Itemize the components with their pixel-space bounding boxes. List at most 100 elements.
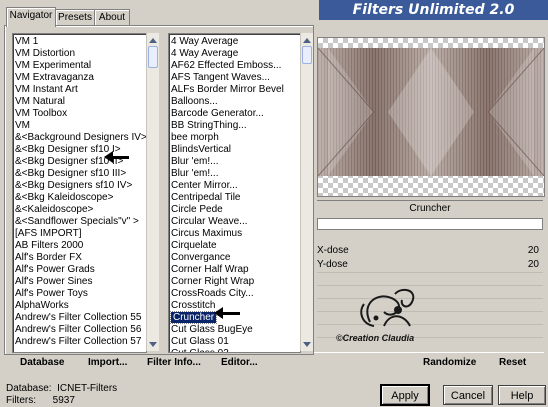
category-item[interactable]: &<Bkg Designer sf10 I>: [13, 144, 146, 156]
pointer-arrow-icon: [104, 151, 129, 163]
filters-label: Filters:: [6, 395, 36, 406]
category-item[interactable]: Alf's Power Grads: [13, 264, 146, 276]
filter-item-label: Corner Right Wrap: [171, 276, 255, 287]
filter-item-label: AFS Tangent Waves...: [171, 72, 270, 83]
category-item[interactable]: &<Sandflower Specials"v" >: [13, 216, 146, 228]
param-label: X-dose: [317, 245, 349, 256]
category-item[interactable]: Alf's Border FX: [13, 252, 146, 264]
category-item[interactable]: [AFS IMPORT]: [13, 228, 146, 240]
category-scrollbar[interactable]: [146, 33, 159, 351]
filter-item-label: Corner Half Wrap: [171, 264, 249, 275]
filter-scrollbar[interactable]: [300, 33, 313, 351]
filter-item[interactable]: Center Mirror...: [169, 180, 300, 192]
filter-item-label: Center Mirror...: [171, 180, 238, 191]
filter-item[interactable]: BB StringThing...: [169, 120, 300, 132]
filter-item[interactable]: CrossRoads City...: [169, 288, 300, 300]
category-item[interactable]: VM Natural: [13, 96, 146, 108]
category-item[interactable]: Andrew's Filter Collection 56: [13, 324, 146, 336]
scroll-down-icon[interactable]: [301, 338, 313, 350]
filter-item-label: ALFs Border Mirror Bevel: [171, 84, 284, 95]
category-item[interactable]: &<Bkg Kaleidoscope>: [13, 192, 146, 204]
import-button[interactable]: Import...: [88, 352, 127, 374]
param-x-dose[interactable]: X-dose 20: [317, 244, 543, 258]
param-value: 20: [527, 245, 539, 256]
filters-value: 5937: [52, 395, 75, 406]
filter-item-label: Blur 'em!...: [171, 168, 219, 179]
scroll-up-icon[interactable]: [147, 34, 159, 46]
filter-list[interactable]: 4 Way Average 4 Way Average AF62 Effected …: [168, 33, 301, 353]
database-button[interactable]: Database: [20, 352, 64, 374]
filter-item[interactable]: Cut Glass 01: [169, 336, 300, 348]
tab-about[interactable]: About: [94, 9, 130, 26]
filter-item[interactable]: Circus Maximus: [169, 228, 300, 240]
filter-item[interactable]: Blur 'em!...: [169, 168, 300, 180]
category-item[interactable]: Andrew's Filter Collection 55: [13, 312, 146, 324]
filter-item[interactable]: 4 Way Average: [169, 48, 300, 60]
filter-item-label: CrossRoads City...: [171, 288, 254, 299]
tab-navigator[interactable]: Navigator: [6, 7, 56, 27]
filter-item-label: Barcode Generator...: [171, 108, 264, 119]
category-item[interactable]: Andrew's Filter Collection 57: [13, 336, 146, 348]
filter-scroll-thumb[interactable]: [302, 46, 312, 64]
category-item[interactable]: VM Instant Art: [13, 84, 146, 96]
filter-item-label: Blur 'em!...: [171, 156, 219, 167]
category-item[interactable]: VM Experimental: [13, 60, 146, 72]
randomize-button[interactable]: Randomize: [423, 352, 476, 374]
filter-item[interactable]: Cut Glass BugEye: [169, 324, 300, 336]
category-item[interactable]: VM Distortion: [13, 48, 146, 60]
database-value: ICNET-Filters: [57, 383, 118, 394]
category-scroll-thumb[interactable]: [148, 46, 158, 68]
filter-item[interactable]: Corner Half Wrap: [169, 264, 300, 276]
category-item[interactable]: &<Bkg Designers sf10 IV>: [13, 180, 146, 192]
filter-item-label: BB StringThing...: [171, 120, 247, 131]
category-item[interactable]: &<Background Designers IV>: [13, 132, 146, 144]
filter-item[interactable]: Crosstitch: [169, 300, 300, 312]
category-list[interactable]: VM 1 VM Distortion VM Experimental VM Extra…: [12, 33, 147, 353]
filter-item[interactable]: Blur 'em!...: [169, 156, 300, 168]
filter-item[interactable]: Convergance: [169, 252, 300, 264]
filter-item[interactable]: Balloons...: [169, 96, 300, 108]
category-item[interactable]: Alf's Power Toys: [13, 288, 146, 300]
filter-item-label: 4 Way Average: [171, 36, 239, 47]
filter-item[interactable]: Corner Right Wrap: [169, 276, 300, 288]
category-item[interactable]: VM Extravaganza: [13, 72, 146, 84]
param-value: 20: [527, 259, 539, 270]
category-item[interactable]: VM: [13, 120, 146, 132]
filter-item[interactable]: AFS Tangent Waves...: [169, 72, 300, 84]
category-item[interactable]: &<Kaleidoscope>: [13, 204, 146, 216]
param-y-dose[interactable]: Y-dose 20: [317, 258, 543, 272]
editor-button[interactable]: Editor...: [221, 352, 258, 374]
filter-item[interactable]: 4 Way Average: [169, 36, 300, 48]
category-item[interactable]: &<Bkg Designer sf10 III>: [13, 168, 146, 180]
help-button[interactable]: Help: [498, 385, 546, 405]
category-item[interactable]: VM Toolbox: [13, 108, 146, 120]
category-item[interactable]: AB Filters 2000: [13, 240, 146, 252]
category-item[interactable]: Alf's Power Sines: [13, 276, 146, 288]
filter-item[interactable]: bee morph: [169, 132, 300, 144]
filter-item[interactable]: Cut Glass 02: [169, 348, 300, 352]
category-item[interactable]: AlphaWorks: [13, 300, 146, 312]
filter-item[interactable]: Cirquelate: [169, 240, 300, 252]
watermark-text: ©Creation Claudia: [336, 333, 415, 343]
database-label: Database:: [6, 383, 52, 394]
filter-info-button[interactable]: Filter Info...: [147, 352, 201, 374]
reset-button[interactable]: Reset: [499, 352, 526, 374]
filter-item-label: Cruncher: [169, 311, 218, 324]
filter-item[interactable]: Barcode Generator...: [169, 108, 300, 120]
filter-item[interactable]: Circle Pede: [169, 204, 300, 216]
filter-item[interactable]: ALFs Border Mirror Bevel: [169, 84, 300, 96]
filter-item-label: Circus Maximus: [171, 228, 243, 239]
apply-button[interactable]: Apply: [380, 384, 430, 406]
cancel-button[interactable]: Cancel: [443, 385, 493, 405]
scroll-up-icon[interactable]: [301, 34, 313, 46]
tab-presets[interactable]: Presets: [55, 9, 95, 26]
filter-item-label: Cut Glass BugEye: [171, 324, 253, 335]
scroll-down-icon[interactable]: [147, 338, 159, 350]
category-item[interactable]: VM 1: [13, 36, 146, 48]
filter-item[interactable]: Circular Weave...: [169, 216, 300, 228]
filter-item[interactable]: Centripedal Tile: [169, 192, 300, 204]
filter-item[interactable]: BlindsVertical: [169, 144, 300, 156]
filter-item[interactable]: AF62 Effected Emboss...: [169, 60, 300, 72]
filter-item-label: BlindsVertical: [171, 144, 232, 155]
filter-item-label: Crosstitch: [171, 300, 216, 311]
